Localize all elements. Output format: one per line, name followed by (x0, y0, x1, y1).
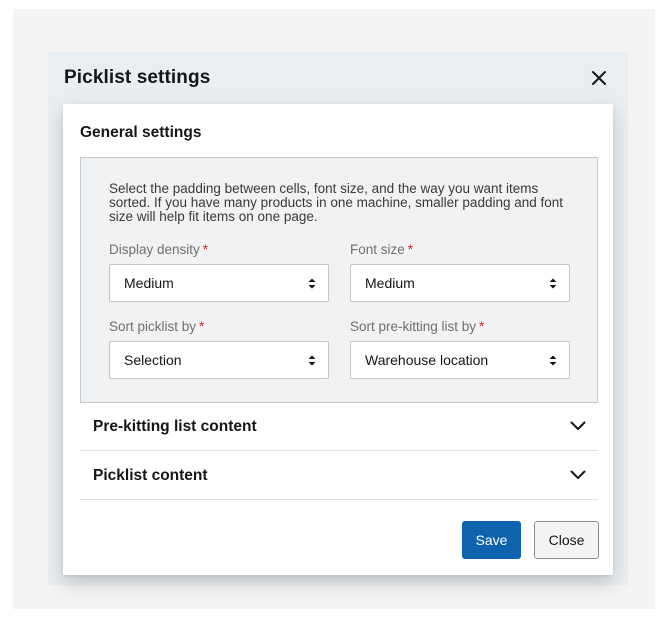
chevron-updown-icon (307, 276, 317, 290)
general-settings-panel: Select the padding between cells, font s… (80, 157, 598, 403)
required-marker: * (202, 242, 209, 257)
accordion-picklist-content[interactable]: Picklist content (80, 452, 598, 500)
field-label-text: Display density (109, 242, 200, 257)
accordion-title: Pre-kitting list content (93, 417, 257, 435)
font-size-label: Font size * (350, 242, 413, 257)
sort-picklist-label: Sort picklist by * (109, 319, 204, 334)
sort-prekitting-select[interactable]: Warehouse location (350, 341, 570, 379)
accordion-title: Picklist content (93, 466, 208, 484)
display-density-select[interactable]: Medium (109, 264, 329, 302)
select-value: Medium (365, 275, 415, 291)
sort-prekitting-label: Sort pre-kitting list by * (350, 319, 484, 334)
required-marker: * (479, 319, 485, 334)
panel-description: Select the padding between cells, font s… (109, 181, 564, 224)
field-label-text: Sort picklist by (109, 319, 197, 334)
modal-header: Picklist settings (48, 52, 628, 104)
chevron-down-icon (570, 418, 586, 436)
save-button[interactable]: Save (462, 521, 521, 559)
general-settings-heading: General settings (80, 124, 202, 141)
select-value: Selection (124, 352, 182, 368)
modal-title: Picklist settings (64, 67, 211, 88)
select-value: Medium (124, 275, 174, 291)
chevron-updown-icon (307, 353, 317, 367)
required-marker: * (407, 242, 414, 257)
sort-picklist-select[interactable]: Selection (109, 341, 329, 379)
field-label-text: Sort pre-kitting list by (350, 319, 477, 334)
chevron-down-icon (570, 467, 586, 485)
display-density-label: Display density * (109, 242, 208, 257)
accordion-prekitting-list-content[interactable]: Pre-kitting list content (80, 403, 598, 451)
close-button[interactable]: Close (534, 521, 599, 559)
select-value: Warehouse location (365, 352, 489, 368)
chevron-updown-icon (548, 353, 558, 367)
chevron-updown-icon (548, 276, 558, 290)
close-icon[interactable] (586, 65, 612, 91)
font-size-select[interactable]: Medium (350, 264, 570, 302)
required-marker: * (199, 319, 205, 334)
modal-content: General settings Select the padding betw… (63, 104, 613, 575)
field-label-text: Font size (350, 242, 405, 257)
